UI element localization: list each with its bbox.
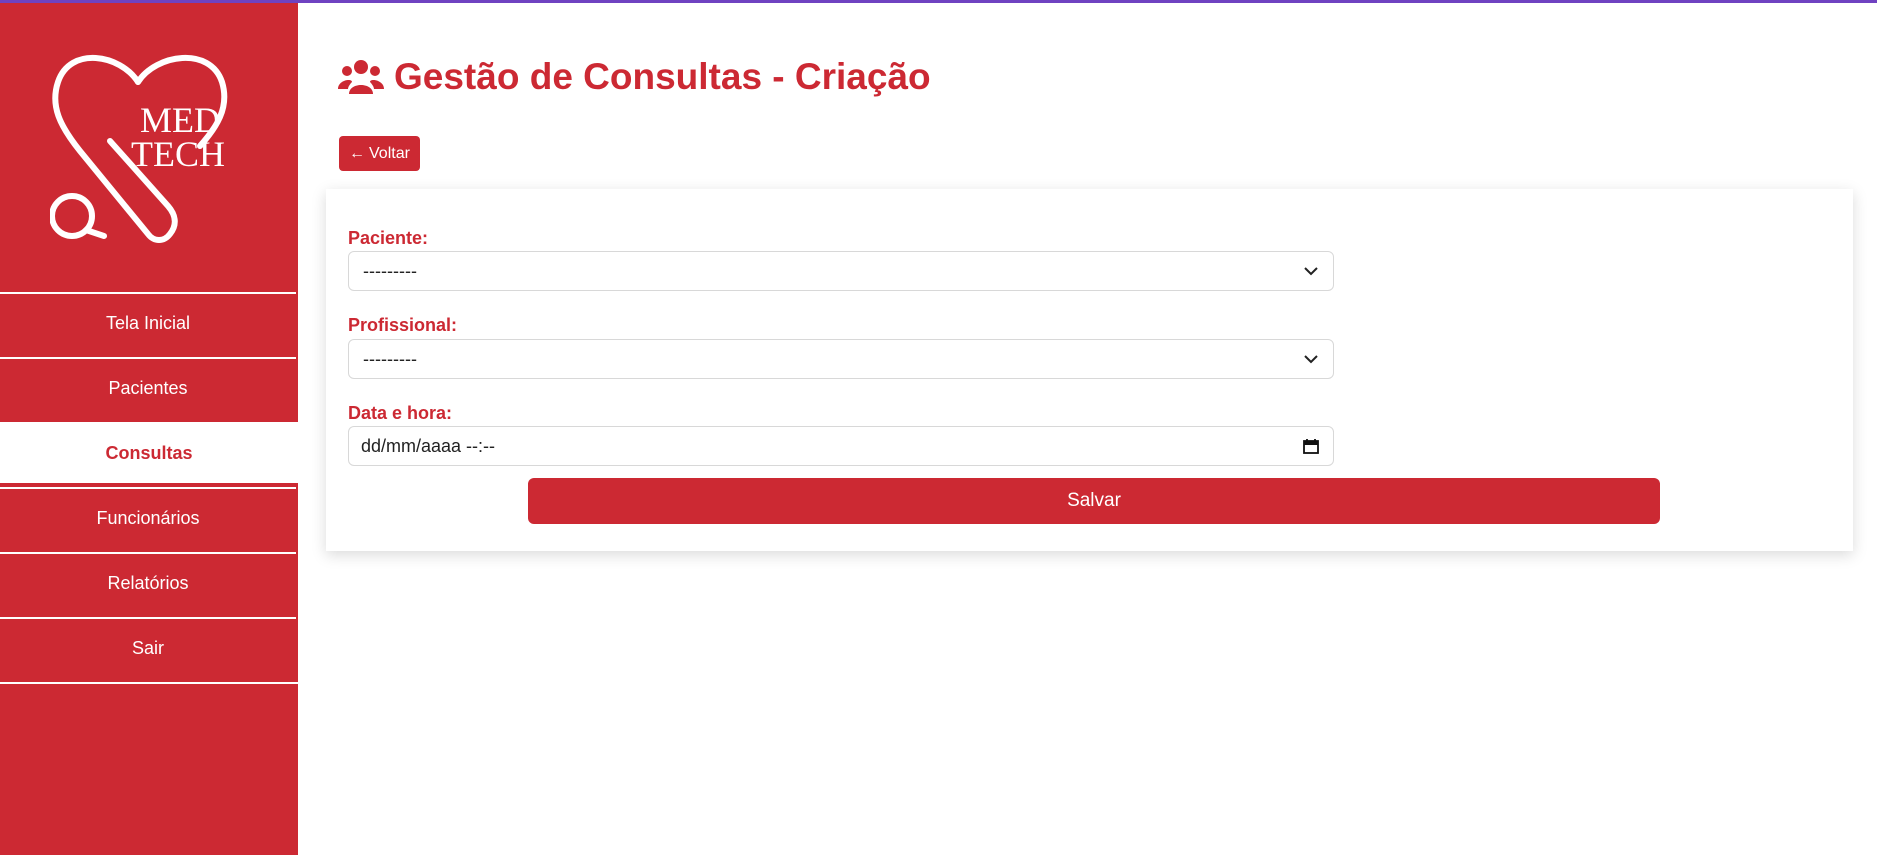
data-hora-input[interactable]: dd/mm/aaaa --:--: [348, 426, 1334, 466]
sidebar-nav: Tela Inicial Pacientes Consultas Funcion…: [0, 292, 298, 684]
back-button[interactable]: ← Voltar: [339, 136, 420, 171]
sidebar-item-label: Consultas: [105, 443, 193, 463]
main-content: Gestão de Consultas - Criação ← Voltar P…: [298, 0, 1877, 855]
sidebar-item-funcionarios[interactable]: Funcionários: [0, 487, 296, 548]
paciente-select[interactable]: ---------: [348, 251, 1334, 291]
sidebar-item-tela-inicial[interactable]: Tela Inicial: [0, 292, 296, 353]
sidebar-divider: [0, 682, 298, 684]
profissional-label: Profissional:: [348, 315, 458, 335]
calendar-icon[interactable]: [1303, 438, 1319, 454]
save-button[interactable]: Salvar: [528, 478, 1660, 524]
chevron-down-icon: [1304, 267, 1318, 276]
sidebar: MED TECH Tela Inicial Pacientes Consulta…: [0, 0, 298, 855]
users-icon: [338, 60, 384, 94]
page-title-text: Gestão de Consultas - Criação: [394, 56, 931, 97]
back-button-label: Voltar: [369, 144, 410, 162]
consulta-form-card: Paciente: --------- Profissional: ------…: [326, 189, 1853, 551]
profissional-select[interactable]: ---------: [348, 339, 1334, 379]
medtech-logo: MED TECH: [50, 55, 228, 243]
top-accent-line: [0, 0, 1877, 3]
save-button-label: Salvar: [1067, 490, 1121, 511]
paciente-label: Paciente:: [348, 228, 429, 248]
logo-text-tech: TECH: [131, 134, 225, 174]
sidebar-item-label: Sair: [131, 638, 164, 658]
profissional-select-value: ---------: [363, 348, 417, 369]
arrow-left-icon: ←: [349, 144, 365, 162]
data-hora-input-value: dd/mm/aaaa --:--: [361, 435, 496, 456]
paciente-select-value: ---------: [363, 260, 417, 281]
page-title: Gestão de Consultas - Criação: [338, 56, 931, 98]
sidebar-item-pacientes[interactable]: Pacientes: [0, 357, 296, 418]
sidebar-item-sair[interactable]: Sair: [0, 617, 296, 678]
sidebar-item-label: Pacientes: [108, 378, 188, 398]
sidebar-item-label: Relatórios: [107, 573, 189, 593]
data-hora-label: Data e hora:: [348, 403, 453, 423]
sidebar-item-label: Tela Inicial: [105, 313, 191, 333]
chevron-down-icon: [1304, 355, 1318, 364]
sidebar-item-consultas[interactable]: Consultas: [0, 422, 298, 483]
sidebar-item-label: Funcionários: [96, 508, 200, 528]
sidebar-item-relatorios[interactable]: Relatórios: [0, 552, 296, 613]
